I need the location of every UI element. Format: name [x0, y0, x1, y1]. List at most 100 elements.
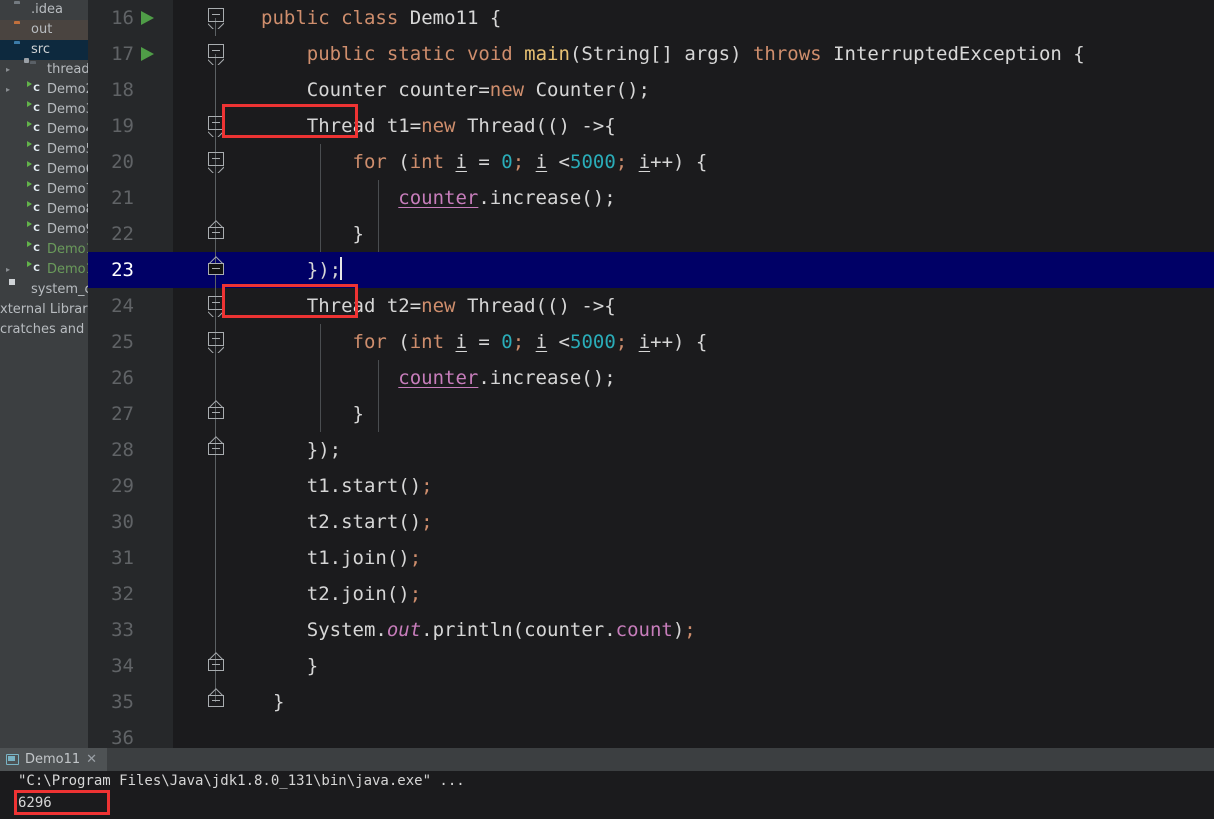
token-semicolon: ;: [409, 583, 422, 605]
sidebar-item-demo4[interactable]: Demo4: [0, 120, 88, 140]
token-increase-call: .increase();: [478, 187, 616, 209]
code-text: }: [261, 396, 364, 432]
fold-box-icon[interactable]: [208, 659, 224, 671]
token-var-i: i: [535, 331, 548, 353]
run-tool-window[interactable]: Demo11 ✕ "C:\Program Files\Java\jdk1.8.0…: [0, 748, 1214, 819]
fold-marker[interactable]: [173, 432, 261, 468]
sidebar-item-demo7[interactable]: Demo7: [0, 180, 88, 200]
ide-window: .idea out src ▸ thread ▸ Demo2.jav Demo3…: [0, 0, 1214, 819]
sidebar-item-demo5[interactable]: Demo5: [0, 140, 88, 160]
code-line-32[interactable]: 32 t2.join();: [88, 576, 1214, 612]
token-counter: counter: [398, 187, 479, 209]
code-line-33[interactable]: 33 System.out.println(counter.count);: [88, 612, 1214, 648]
fold-marker[interactable]: [173, 324, 261, 360]
run-gutter-icon[interactable]: [141, 11, 154, 25]
sidebar-item-label: system_code.: [31, 282, 88, 297]
fold-box-icon[interactable]: [208, 407, 224, 419]
code-line-34[interactable]: 34 }: [88, 648, 1214, 684]
code-text: System.out.println(counter.count);: [261, 612, 696, 648]
code-line-35[interactable]: 35 }: [88, 684, 1214, 720]
token-static: static: [386, 43, 456, 65]
code-line-29[interactable]: 29 t1.start();: [88, 468, 1214, 504]
sidebar-item-demo8[interactable]: Demo8: [0, 200, 88, 220]
fold-marker[interactable]: [173, 36, 261, 72]
fold-marker[interactable]: [173, 684, 261, 720]
sidebar-item-idea[interactable]: .idea: [0, 0, 88, 20]
code-text: Counter counter=new Counter();: [261, 72, 650, 108]
chevron-right-icon[interactable]: ▸: [3, 260, 13, 280]
sidebar-item-external-libraries[interactable]: xternal Librarie: [0, 300, 88, 320]
token-semicolon: ;: [615, 331, 628, 353]
fold-marker: [173, 576, 261, 612]
code-line-19[interactable]: 19 Thread t1=new Thread(() ->{: [88, 108, 1214, 144]
code-line-21[interactable]: 21 counter.increase();: [88, 180, 1214, 216]
code-line-17[interactable]: 17 public static void main(String[] args…: [88, 36, 1214, 72]
fold-marker[interactable]: [173, 108, 261, 144]
code-text: });: [261, 432, 341, 468]
token-5000: 5000: [570, 151, 616, 173]
token-semicolon: ;: [684, 619, 696, 641]
fold-marker[interactable]: [173, 0, 261, 36]
code-line-16[interactable]: 16 public class Demo11 {: [88, 0, 1214, 36]
sidebar-item-out[interactable]: out: [0, 20, 88, 40]
sidebar-item-src[interactable]: src: [0, 40, 88, 60]
fold-marker: [173, 468, 261, 504]
code-line-30[interactable]: 30 t2.start();: [88, 504, 1214, 540]
token-lt: <: [547, 151, 570, 173]
sidebar-item-label: Demo4: [47, 122, 88, 137]
fold-box-icon[interactable]: [208, 443, 224, 455]
fold-box-icon[interactable]: [208, 263, 224, 275]
token-thread-lambda: Thread(() ->{: [455, 295, 616, 317]
run-gutter-icon[interactable]: [141, 47, 154, 61]
sidebar-item-demo6[interactable]: Demo6: [0, 160, 88, 180]
code-line-28[interactable]: 28 });: [88, 432, 1214, 468]
code-line-22[interactable]: 22 }: [88, 216, 1214, 252]
sidebar-item-demo11[interactable]: ▸ Demo11.j: [0, 260, 88, 280]
chevron-right-icon[interactable]: ▸: [3, 60, 13, 80]
fold-marker[interactable]: [173, 396, 261, 432]
sidebar-item-system-code[interactable]: system_code.: [0, 280, 88, 300]
token-int: int: [409, 331, 445, 353]
fold-marker[interactable]: [173, 252, 261, 288]
code-text: counter.increase();: [261, 180, 616, 216]
fold-marker[interactable]: [173, 216, 261, 252]
fold-box-icon[interactable]: [208, 695, 224, 707]
code-line-27[interactable]: 27 }: [88, 396, 1214, 432]
fold-marker[interactable]: [173, 144, 261, 180]
sidebar-item-demo2[interactable]: ▸ Demo2.jav: [0, 80, 88, 100]
sidebar-item-scratches[interactable]: cratches and C: [0, 320, 88, 340]
token-assign: =: [466, 151, 502, 173]
code-text: t1.start();: [261, 468, 433, 504]
sidebar-item-demo10[interactable]: Demo10: [0, 240, 88, 260]
code-line-20[interactable]: 20 for (int i = 0; i <5000; i++) {: [88, 144, 1214, 180]
token-var-i: i: [638, 331, 651, 353]
sidebar-item-thread[interactable]: ▸ thread: [0, 60, 88, 80]
code-text: t1.join();: [261, 540, 421, 576]
sidebar-item-demo9[interactable]: Demo9: [0, 220, 88, 240]
token-close-brace: }: [352, 403, 364, 425]
code-line-25[interactable]: 25 for (int i = 0; i <5000; i++) {: [88, 324, 1214, 360]
code-line-24[interactable]: 24 Thread t2=new Thread(() ->{: [88, 288, 1214, 324]
console-output[interactable]: "C:\Program Files\Java\jdk1.8.0_131\bin\…: [0, 771, 1214, 819]
code-text: });: [261, 252, 343, 288]
fold-marker[interactable]: [173, 648, 261, 684]
project-tree-sidebar[interactable]: .idea out src ▸ thread ▸ Demo2.jav Demo3…: [0, 0, 88, 748]
fold-marker[interactable]: [173, 288, 261, 324]
code-line-26[interactable]: 26 counter.increase();: [88, 360, 1214, 396]
console-command-line: "C:\Program Files\Java\jdk1.8.0_131\bin\…: [18, 773, 465, 789]
java-class-icon: [30, 104, 42, 116]
java-class-icon: [30, 204, 42, 216]
chevron-right-icon[interactable]: ▸: [3, 80, 13, 100]
run-tab-demo11[interactable]: Demo11 ✕: [0, 748, 108, 771]
fold-box-icon[interactable]: [208, 227, 224, 239]
code-line-18[interactable]: 18 Counter counter=new Counter();: [88, 72, 1214, 108]
code-line-31[interactable]: 31 t1.join();: [88, 540, 1214, 576]
close-icon[interactable]: ✕: [86, 752, 97, 767]
token-count: count: [615, 619, 673, 641]
folder-orange-icon: [14, 24, 26, 36]
code-line-23[interactable]: 23 });: [88, 252, 1214, 288]
token-new: new: [489, 79, 525, 101]
token-t1-join: t1.join(): [306, 547, 410, 569]
code-editor[interactable]: 16 public class Demo11 { 17 public stati…: [88, 0, 1214, 756]
sidebar-item-demo3[interactable]: Demo3: [0, 100, 88, 120]
